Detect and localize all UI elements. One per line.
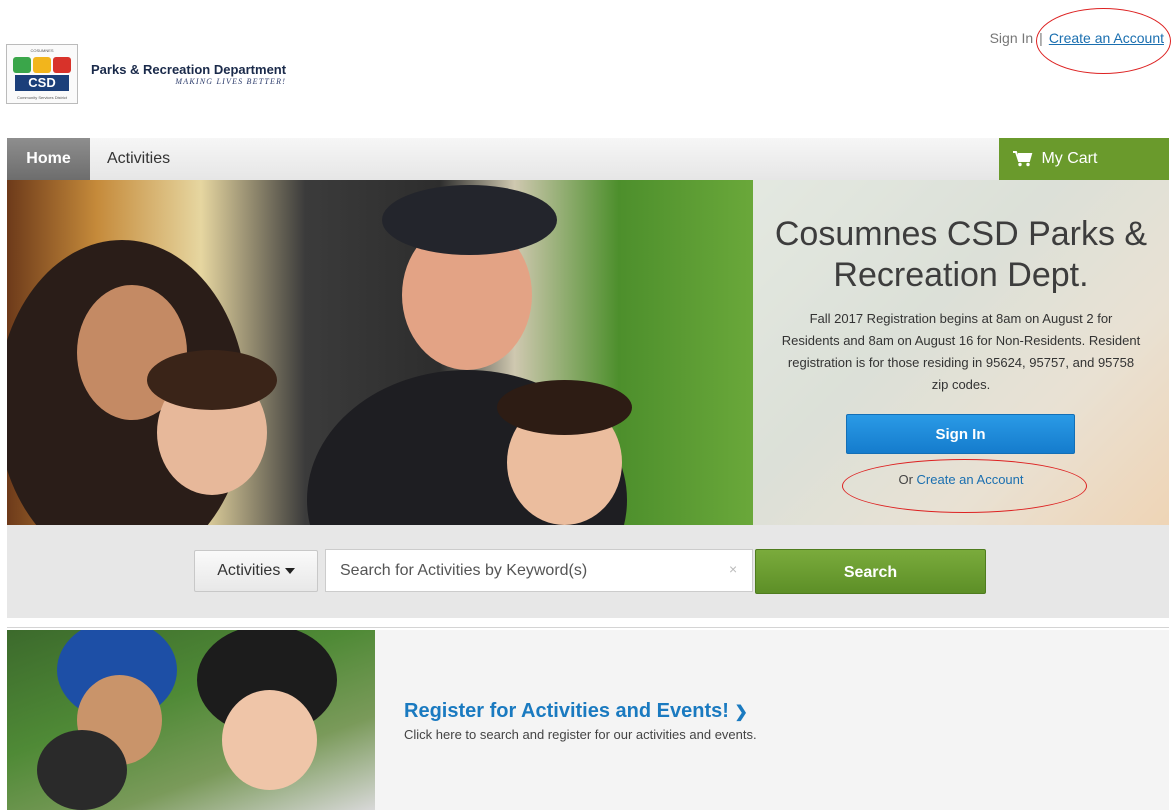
search-bar: Activities Search for Activities by Keyw… bbox=[7, 525, 1169, 618]
header-sign-in-link[interactable]: Sign In bbox=[990, 30, 1034, 46]
caret-down-icon bbox=[284, 567, 295, 574]
hero-sign-in-button[interactable]: Sign In bbox=[846, 414, 1075, 454]
hero-title: Cosumnes CSD Parks & Recreation Dept. bbox=[774, 215, 1148, 294]
promo-title-text: Register for Activities and Events! bbox=[404, 700, 729, 722]
badge-top-text: COSUMNES bbox=[30, 48, 54, 53]
hero-info-panel: Cosumnes CSD Parks & Recreation Dept. Fa… bbox=[753, 180, 1169, 525]
my-cart-label: My Cart bbox=[1041, 150, 1098, 167]
father-cap bbox=[382, 185, 557, 255]
badge-yellow-square-icon bbox=[33, 57, 51, 73]
kid-right-face bbox=[222, 690, 317, 790]
search-button[interactable]: Search bbox=[755, 549, 986, 594]
shopping-cart-icon bbox=[1013, 150, 1033, 166]
clear-search-icon[interactable]: × bbox=[729, 561, 737, 577]
link-separator: | bbox=[1039, 30, 1043, 46]
promo-title[interactable]: Register for Activities and Events! ❯ bbox=[404, 700, 748, 723]
or-text: Or bbox=[898, 472, 913, 487]
csd-badge-logo: COSUMNES CSD Community Services District bbox=[6, 44, 78, 104]
search-category-dropdown[interactable]: Activities bbox=[194, 550, 318, 592]
hero-description: Fall 2017 Registration begins at 8am on … bbox=[781, 311, 1141, 392]
baby-hair bbox=[497, 380, 632, 435]
hero-or-create-account: Or Create an Account bbox=[753, 472, 1169, 487]
logo-title: Parks & Recreation Department bbox=[91, 62, 287, 77]
hero-create-account-link[interactable]: Create an Account bbox=[917, 472, 1024, 487]
baseball-glove bbox=[37, 730, 127, 810]
my-cart-button[interactable]: My Cart bbox=[999, 138, 1169, 180]
search-input[interactable]: Search for Activities by Keyword(s) bbox=[325, 549, 753, 592]
page: Sign In | Create an Account COSUMNES CSD C… bbox=[0, 0, 1173, 810]
logo-text: Parks & Recreation Department MAKING LIV… bbox=[91, 62, 286, 86]
promo-description: Click here to search and register for ou… bbox=[404, 727, 757, 742]
header-create-account-link[interactable]: Create an Account bbox=[1049, 30, 1164, 46]
main-nav: Home Activities My Cart bbox=[7, 138, 1169, 180]
section-divider bbox=[7, 627, 1169, 628]
chevron-right-icon: ❯ bbox=[734, 704, 748, 721]
nav-activities-tab[interactable]: Activities bbox=[107, 138, 170, 180]
girl-hair bbox=[147, 350, 277, 410]
search-category-value: Activities bbox=[217, 562, 281, 579]
hero-banner: Cosumnes CSD Parks & Recreation Dept. Fa… bbox=[7, 180, 1169, 525]
register-promo[interactable]: Register for Activities and Events! ❯ Cl… bbox=[7, 630, 1169, 810]
badge-red-square-icon bbox=[53, 57, 71, 73]
family-photo bbox=[7, 180, 753, 525]
badge-icons bbox=[13, 57, 71, 73]
site-logo[interactable]: COSUMNES CSD Community Services District… bbox=[6, 44, 286, 104]
kids-baseball-photo bbox=[7, 630, 375, 810]
badge-green-square-icon bbox=[13, 57, 31, 73]
badge-bottom-text: Community Services District bbox=[16, 95, 67, 100]
nav-home-tab[interactable]: Home bbox=[7, 138, 90, 180]
account-links: Sign In | Create an Account bbox=[990, 30, 1164, 46]
logo-tagline: MAKING LIVES BETTER! bbox=[175, 77, 287, 86]
badge-csd-text: CSD bbox=[15, 75, 69, 91]
